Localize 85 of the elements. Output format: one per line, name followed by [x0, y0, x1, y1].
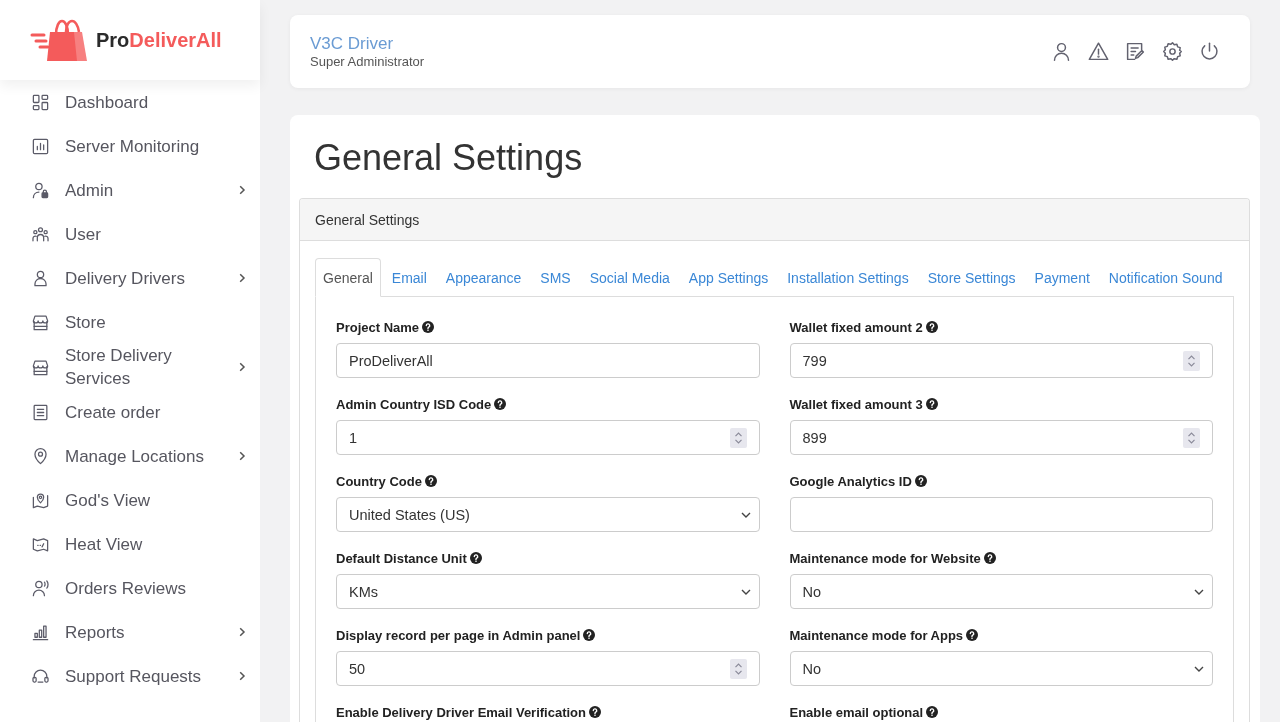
- chevron-down-icon: [1194, 588, 1204, 595]
- field-label: Country Code: [336, 473, 422, 489]
- help-icon: [589, 706, 601, 718]
- select-field[interactable]: No: [789, 651, 1213, 686]
- tab[interactable]: App Settings: [680, 258, 777, 297]
- help-icon: [966, 629, 979, 641]
- field-label: Maintenance mode for Apps: [789, 627, 964, 643]
- tab[interactable]: Email: [383, 258, 435, 297]
- warning-icon[interactable]: [1088, 41, 1109, 62]
- sidebar-item[interactable]: God's View: [0, 478, 260, 522]
- sidebar-item[interactable]: Admin: [0, 168, 260, 212]
- field-label: Admin Country ISD Code: [336, 396, 492, 412]
- sidebar-item[interactable]: User: [0, 212, 260, 256]
- sidebar-item[interactable]: Support Requests: [0, 654, 260, 698]
- help-icon: [925, 398, 938, 410]
- help-icon: [914, 475, 927, 487]
- logo-text: ProDeliverAll: [96, 28, 222, 52]
- select-field[interactable]: No: [789, 574, 1213, 609]
- field-label: Google Analytics ID: [789, 473, 912, 489]
- chart-icon: [31, 136, 50, 156]
- field-label: Display record per page in Admin panel: [336, 627, 581, 643]
- tab[interactable]: General: [315, 258, 381, 297]
- sidebar-item[interactable]: Store: [0, 300, 260, 344]
- field-label: Wallet fixed amount 2: [789, 319, 923, 335]
- field-label: Enable email optional: [789, 704, 924, 720]
- field-label: Enable Delivery Driver Email Verification: [336, 704, 586, 720]
- user-name: V3C Driver: [310, 33, 395, 54]
- sidebar-item[interactable]: Delivery Drivers: [0, 256, 260, 300]
- field-label: Default Distance Unit: [336, 550, 467, 566]
- user-lock-icon: [31, 180, 50, 200]
- select-field[interactable]: KMs: [336, 574, 760, 609]
- chevron-down-icon: [1194, 665, 1204, 672]
- person-voice-icon: [31, 578, 50, 598]
- shopping-bag-icon: [30, 18, 90, 62]
- edit-icon[interactable]: [1125, 41, 1146, 62]
- help-icon: [424, 475, 437, 487]
- number-field[interactable]: 899: [789, 420, 1213, 455]
- page-title: General Settings: [314, 136, 584, 180]
- power-icon[interactable]: [1199, 41, 1220, 62]
- panel-title: General Settings: [315, 211, 420, 228]
- sidebar-item[interactable]: Dashboard: [0, 80, 260, 124]
- sidebar-item[interactable]: Server Monitoring: [0, 124, 260, 168]
- field-label: Project Name: [336, 319, 420, 335]
- help-icon: [494, 398, 507, 410]
- grid-icon: [31, 92, 50, 112]
- stepper-icon[interactable]: [729, 427, 747, 448]
- tab[interactable]: Notification Sound: [1100, 258, 1231, 297]
- text-field[interactable]: ProDeliverAll: [336, 343, 760, 378]
- chevron-down-icon: [740, 588, 751, 595]
- stepper-icon[interactable]: [1183, 350, 1200, 371]
- help-icon: [469, 552, 482, 564]
- sidebar-item[interactable]: Heat View: [0, 522, 260, 566]
- sidebar-item[interactable]: Orders Reviews: [0, 566, 260, 610]
- field-label: Maintenance mode for Website: [789, 550, 981, 566]
- help-icon: [925, 321, 938, 333]
- number-field[interactable]: 1: [336, 420, 760, 455]
- sidebar-item[interactable]: Reports: [0, 610, 260, 654]
- number-field[interactable]: 799: [789, 343, 1213, 378]
- chevron-down-icon: [740, 511, 751, 518]
- help-icon: [926, 706, 939, 718]
- select-field[interactable]: United States (US): [336, 497, 760, 532]
- stepper-icon[interactable]: [1183, 427, 1200, 448]
- user-icon[interactable]: [1051, 41, 1072, 62]
- tab[interactable]: Payment: [1026, 258, 1098, 297]
- tab[interactable]: Social Media: [581, 258, 678, 297]
- settings-icon[interactable]: [1162, 41, 1183, 62]
- sidebar-item[interactable]: Manage Locations: [0, 434, 260, 478]
- person-icon: [31, 268, 50, 288]
- tab[interactable]: Store Settings: [919, 258, 1024, 297]
- users-icon: [31, 224, 50, 244]
- tab[interactable]: SMS: [532, 258, 579, 297]
- sidebar-item[interactable]: Create order: [0, 390, 260, 434]
- tab[interactable]: Appearance: [437, 258, 530, 297]
- help-icon: [422, 321, 435, 333]
- sidebar-item[interactable]: Store Delivery Services: [0, 344, 260, 390]
- help-icon: [583, 629, 596, 641]
- field-label: Wallet fixed amount 3: [789, 396, 923, 412]
- help-icon: [983, 552, 996, 564]
- text-field[interactable]: [789, 497, 1213, 532]
- number-field[interactable]: 50: [336, 651, 760, 686]
- stepper-icon[interactable]: [729, 658, 747, 679]
- user-role: Super Administrator: [310, 53, 425, 70]
- document-icon: [31, 402, 50, 422]
- location-pin-icon: [31, 446, 50, 466]
- tab[interactable]: Installation Settings: [779, 258, 917, 297]
